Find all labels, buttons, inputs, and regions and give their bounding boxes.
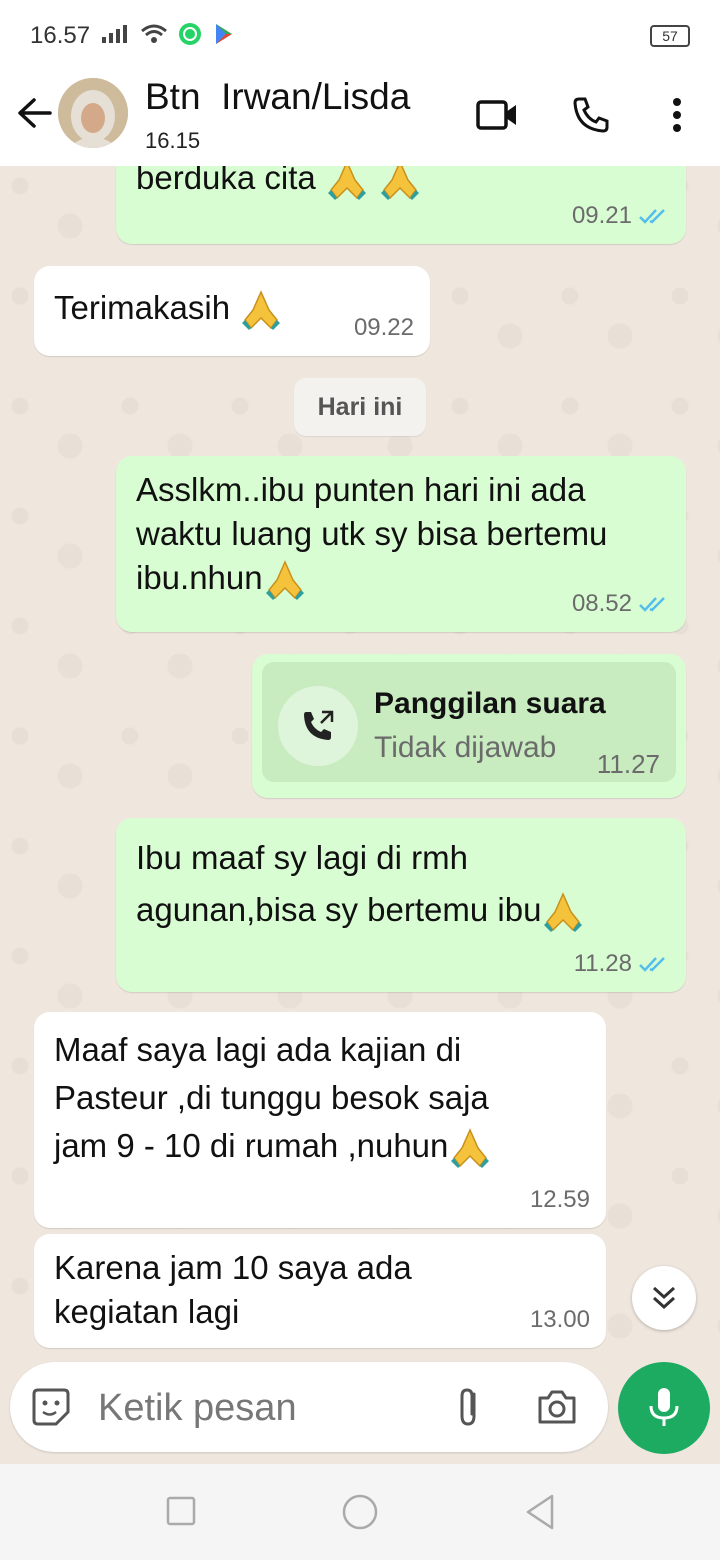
status-time: 16.57 xyxy=(30,22,91,49)
camera-icon[interactable] xyxy=(534,1384,580,1430)
message-line: kegiatan lagi xyxy=(54,1293,240,1330)
avatar[interactable] xyxy=(58,78,128,148)
double-chevron-down-icon xyxy=(652,1286,676,1310)
message-bubble-incoming[interactable]: Terimakasih 09.22 xyxy=(34,266,430,356)
message-meta: 09.21 xyxy=(572,194,670,238)
chat-header: Btn Irwan/Lisda 16.15 xyxy=(0,70,720,166)
call-title: Panggilan suara xyxy=(374,687,606,720)
back-nav-icon[interactable] xyxy=(520,1492,560,1532)
message-time: 13.00 xyxy=(529,1306,590,1333)
more-options-button[interactable] xyxy=(652,90,702,140)
playstore-notification-icon xyxy=(216,24,232,44)
date-separator: Hari ini xyxy=(294,378,426,436)
last-seen: 16.15 xyxy=(145,128,201,153)
signal-icon xyxy=(102,25,127,43)
message-bubble-outgoing[interactable]: Assl​km..ibu punten hari ini ada waktu l… xyxy=(116,456,686,632)
system-navigation-bar xyxy=(0,1464,720,1560)
folded-hands-emoji-icon xyxy=(544,892,583,933)
status-icons xyxy=(100,22,236,46)
message-line: Maaf saya lagi ada kajian di xyxy=(54,1031,462,1068)
message-meta: 11.28 xyxy=(574,942,670,986)
message-text: Terimakasih xyxy=(54,289,231,326)
message-line: jam 9 - 10 di rumah ,nuhun xyxy=(54,1127,449,1164)
message-line: agunan,bisa sy bertemu ibu xyxy=(136,891,542,928)
message-line: Karena jam 10 saya ada xyxy=(54,1249,412,1286)
message-bubble-incoming[interactable]: Karena jam 10 saya ada kegiatan lagi 13.… xyxy=(34,1234,606,1348)
microphone-icon xyxy=(649,1388,679,1426)
recent-apps-icon[interactable] xyxy=(162,1492,202,1532)
video-camera-icon xyxy=(476,100,516,130)
wifi-icon xyxy=(141,24,167,43)
scroll-to-bottom-button[interactable] xyxy=(632,1266,696,1330)
message-line: Pasteur ,di tunggu besok saja xyxy=(54,1079,489,1116)
message-line: waktu luang utk sy bisa bertemu xyxy=(136,515,608,552)
message-bubble-outgoing[interactable]: berduka cita 09.21 xyxy=(116,166,686,244)
folded-hands-emoji-icon xyxy=(327,166,366,201)
voice-call-button[interactable] xyxy=(566,90,616,140)
message-text: berduka cita xyxy=(136,166,316,196)
message-composer xyxy=(10,1362,608,1452)
message-list[interactable]: berduka cita 09.21 Terimakasih 09.22 Har… xyxy=(0,166,720,1362)
folded-hands-emoji-icon xyxy=(265,560,304,601)
message-time: 12.59 xyxy=(529,1186,590,1213)
folded-hands-emoji-icon xyxy=(381,166,420,201)
call-time: 11.27 xyxy=(596,749,660,779)
message-input[interactable] xyxy=(96,1380,430,1436)
message-line: ibu.nhun xyxy=(136,559,263,596)
contact-name[interactable]: Btn Irwan/Lisda xyxy=(145,76,410,118)
battery-icon: 57 xyxy=(650,25,690,47)
outgoing-call-icon xyxy=(278,686,358,766)
message-time: 11.28 xyxy=(573,950,632,977)
status-bar: 16.57 57 xyxy=(0,0,720,70)
message-bubble-incoming[interactable]: Maaf saya lagi ada kajian di Pasteur ,di… xyxy=(34,1012,606,1228)
sticker-emoji-icon[interactable] xyxy=(28,1384,74,1430)
read-double-check-icon xyxy=(639,209,665,224)
message-bubble-outgoing[interactable]: Ibu maaf sy lagi di rmh agunan,bisa sy b… xyxy=(116,818,686,992)
message-line: Ibu maaf sy lagi di rmh xyxy=(136,839,468,876)
read-double-check-icon xyxy=(639,957,665,972)
message-meta: 08.52 xyxy=(572,582,670,626)
message-line: Assl​km..ibu punten hari ini ada xyxy=(136,471,586,508)
back-arrow-icon[interactable] xyxy=(14,92,56,134)
video-call-button[interactable] xyxy=(472,90,522,140)
kebab-menu-icon xyxy=(673,98,681,132)
call-card[interactable]: Panggilan suara Tidak dijawab 11.27 xyxy=(262,662,676,782)
message-meta: 13.00 xyxy=(530,1298,590,1342)
folded-hands-emoji-icon xyxy=(451,1128,490,1169)
folded-hands-emoji-icon xyxy=(242,290,281,331)
missed-call-message[interactable]: Panggilan suara Tidak dijawab 11.27 xyxy=(252,654,686,798)
read-double-check-icon xyxy=(639,597,665,612)
voice-message-button[interactable] xyxy=(618,1362,710,1454)
message-meta: 09.22 xyxy=(354,306,414,350)
paperclip-icon[interactable] xyxy=(446,1384,492,1430)
message-time: 09.21 xyxy=(571,202,632,229)
message-meta: 12.59 xyxy=(530,1178,590,1222)
call-status: Tidak dijawab xyxy=(374,731,557,764)
home-icon[interactable] xyxy=(340,1492,380,1532)
message-time: 09.22 xyxy=(353,314,414,341)
whatsapp-notification-icon xyxy=(179,23,201,45)
phone-icon xyxy=(573,97,609,133)
message-time: 08.52 xyxy=(571,590,632,617)
